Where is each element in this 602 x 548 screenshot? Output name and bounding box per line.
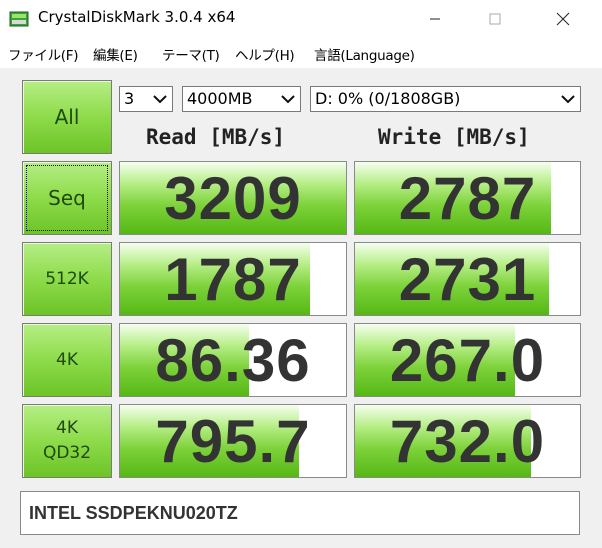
- chevron-down-icon: [281, 95, 295, 104]
- maximize-button[interactable]: [472, 0, 518, 38]
- menu-language[interactable]: 言語(Language): [314, 44, 415, 64]
- menu-edit[interactable]: 編集(E): [93, 44, 138, 64]
- title-bar: CrystalDiskMark 3.0.4 x64: [0, 0, 602, 38]
- write-header: Write [MB/s]: [378, 125, 530, 149]
- read-header: Read [MB/s]: [146, 125, 286, 149]
- chevron-down-icon: [561, 95, 575, 104]
- seq-write-cell: 2787: [354, 161, 581, 235]
- 4k-read-value: 86.36: [155, 326, 311, 394]
- size-value: 4000MB: [187, 89, 253, 108]
- seq-button[interactable]: Seq: [22, 161, 112, 235]
- 512k-read-cell: 1787: [119, 242, 347, 316]
- 4k-qd32-write-cell: 732.0: [354, 404, 581, 478]
- menu-file[interactable]: ファイル(F): [8, 44, 79, 64]
- seq-read-value: 3209: [164, 164, 302, 232]
- window-title: CrystalDiskMark 3.0.4 x64: [38, 8, 236, 26]
- minimize-icon: [430, 18, 440, 20]
- crystaldiskmark-app-icon: [9, 11, 29, 27]
- drive-value: D: 0% (0/1808GB): [315, 89, 461, 108]
- menu-bar: ファイル(F) 編集(E) テーマ(T) ヘルプ(H) 言語(Language): [0, 38, 602, 68]
- 4k-button[interactable]: 4K: [22, 323, 112, 397]
- size-select[interactable]: 4000MB: [182, 86, 301, 112]
- seq-write-value: 2787: [398, 164, 537, 232]
- menu-help[interactable]: ヘルプ(H): [235, 44, 295, 64]
- close-icon: [556, 12, 570, 26]
- chevron-down-icon: [153, 95, 167, 104]
- 4k-qd32-button[interactable]: 4K QD32: [22, 404, 112, 478]
- 512k-write-value: 2731: [398, 245, 537, 313]
- close-button[interactable]: [540, 0, 586, 38]
- 4k-qd32-write-value: 732.0: [389, 407, 546, 475]
- 512k-write-cell: 2731: [354, 242, 581, 316]
- maximize-icon: [489, 13, 501, 25]
- all-button[interactable]: All: [22, 80, 112, 154]
- minimize-button[interactable]: [412, 0, 458, 38]
- count-select[interactable]: 3: [119, 86, 173, 112]
- 4k-read-cell: 86.36: [119, 323, 347, 397]
- 4k-qd32-read-cell: 795.7: [119, 404, 347, 478]
- menu-theme[interactable]: テーマ(T): [162, 44, 220, 64]
- 512k-button[interactable]: 512K: [22, 242, 112, 316]
- 512k-read-value: 1787: [164, 245, 302, 313]
- 4k-write-cell: 267.0: [354, 323, 581, 397]
- 4k-write-value: 267.0: [389, 326, 546, 394]
- 4k-qd32-read-value: 795.7: [155, 407, 311, 475]
- count-value: 3: [124, 89, 135, 108]
- drive-select[interactable]: D: 0% (0/1808GB): [310, 86, 581, 112]
- seq-read-cell: 3209: [119, 161, 347, 235]
- comment-field[interactable]: INTEL SSDPEKNU020TZ: [20, 491, 580, 535]
